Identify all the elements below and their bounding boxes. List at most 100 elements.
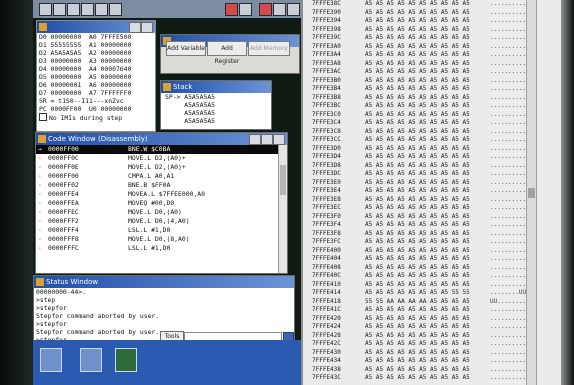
memory-bytes: A5 A5 A5 A5 A5 A5 A5 A5 A5 A5 [365, 246, 470, 254]
memory-bytes: A5 A5 A5 A5 A5 A5 A5 A5 A5 A5 [365, 221, 470, 228]
memory-row: 7FFFE410 A5 A5 A5 A5 A5 A5 A5 A5 A5 A5...… [303, 281, 561, 290]
memory-bytes: A5 A5 A5 A5 A5 A5 A5 A5 A5 A5 [365, 127, 470, 135]
register-list: D0 00000000 A0 7FFFE500 D1 55555555 A1 00… [37, 33, 155, 113]
current-pc-arrow-icon: → [38, 145, 42, 153]
checkbox-box[interactable] [39, 113, 47, 121]
disassembly-row[interactable]: · 0000FFF8 MOVE.L D0,(8,A0) [36, 235, 287, 244]
status-title: Status Window [46, 278, 99, 286]
disassembly-row[interactable]: · 0000FFFC LSL.L #1,D0 [36, 244, 287, 253]
minimize-button[interactable] [129, 22, 141, 33]
add-variable-button[interactable]: Add Variable [166, 41, 206, 56]
stack-title: Stack [173, 83, 193, 91]
maximize-button[interactable] [261, 134, 273, 145]
memory-row: 7FFFE3D8 A5 A5 A5 A5 A5 A5 A5 A5 A5 A5...… [303, 162, 561, 171]
disassembly-row[interactable]: · 0000FF0E MOVE.L D2,(A0)+ [36, 163, 287, 172]
memory-ascii: .......... [490, 110, 527, 118]
memory-ascii: .......... [490, 34, 527, 41]
memory-row: 7FFFE394 A5 A5 A5 A5 A5 A5 A5 A5 A5 A5...… [303, 17, 561, 26]
window-icon [39, 23, 47, 31]
breakpoint-dot-icon[interactable]: · [38, 235, 42, 244]
minimize-button[interactable] [249, 134, 261, 145]
close-button[interactable] [141, 22, 153, 33]
disassembly-row[interactable]: · 0000FF0C MOVE.L D2,(A0)+ [36, 154, 287, 163]
breakpoint-dot-icon[interactable]: · [38, 226, 42, 235]
breakpoint-dot-icon[interactable]: · [38, 154, 42, 163]
toolbar-button[interactable] [287, 3, 300, 16]
disassembly-row[interactable]: · 0000FFE4 MOVEA.L $7FFEE000,A0 [36, 190, 287, 199]
memory-address: 7FFFE3C4 [312, 119, 341, 126]
disassembly-row[interactable]: · 0000FF02 BNE.B $FF0A [36, 181, 287, 190]
memory-row: 7FFFE3F4 A5 A5 A5 A5 A5 A5 A5 A5 A5 A5...… [303, 221, 561, 230]
memory-row: 7FFFE3E8 A5 A5 A5 A5 A5 A5 A5 A5 A5 A5...… [303, 196, 561, 205]
toolbar-button[interactable] [67, 3, 80, 16]
memory-address: 7FFFE3F8 [312, 229, 341, 237]
breakpoint-dot-icon[interactable]: · [38, 163, 42, 172]
memory-row: 7FFFE3D4 A5 A5 A5 A5 A5 A5 A5 A5 A5 A5...… [303, 153, 561, 162]
add-memory-button[interactable]: Add Memory [248, 41, 290, 56]
instruction-address: 0000FF02 [48, 181, 79, 189]
memory-scrollbar[interactable] [526, 0, 537, 385]
memory-ascii: .......... [490, 102, 527, 109]
memory-bytes: A5 A5 A5 A5 A5 A5 A5 A5 A5 A5 [365, 170, 470, 177]
memory-ascii: .......... [490, 314, 527, 322]
disassembly-row[interactable]: · 0000FFF2 MOVE.L D0,(4,A0) [36, 217, 287, 226]
toolbar-button[interactable] [95, 3, 108, 16]
memory-ascii: .......... [490, 51, 527, 58]
memory-address: 7FFFE3AC [312, 68, 341, 75]
scrollbar-thumb[interactable] [528, 188, 535, 198]
disassembly-row[interactable]: · 0000FFEC MOVE.L D0,(A0) [36, 208, 287, 217]
memory-address: 7FFFE42C [312, 340, 341, 347]
toolbar-button[interactable] [239, 3, 252, 16]
disassembly-row[interactable]: · 0000FF00 CMPA.L A0,A1 [36, 172, 287, 181]
memory-address: 7FFFE3A8 [312, 59, 341, 67]
memory-address: 7FFFE3BC [312, 102, 341, 109]
stop-icon[interactable] [225, 3, 238, 16]
register-line: D5 00000000 A5 00000000 [39, 73, 132, 81]
breakpoint-dot-icon[interactable]: · [38, 199, 42, 208]
desktop-icon[interactable] [40, 348, 62, 372]
register-line: D4 00000000 A4 00007640 [39, 65, 132, 73]
breakpoint-dot-icon[interactable]: · [38, 244, 42, 253]
scrollbar-thumb[interactable] [280, 165, 286, 195]
stack-line: A5A5A5A5 [165, 117, 216, 125]
memory-bytes: A5 A5 A5 A5 A5 A5 A5 A5 A5 A5 [365, 280, 470, 288]
add-register-button[interactable]: Add Register [207, 41, 247, 65]
memory-bytes: A5 A5 A5 A5 A5 A5 A5 A5 A5 A5 [365, 161, 470, 169]
memory-row: 7FFFE408 A5 A5 A5 A5 A5 A5 A5 A5 A5 A5...… [303, 264, 561, 273]
memory-bytes: A5 A5 A5 A5 A5 A5 A5 A5 A5 A5 [365, 119, 470, 126]
disassembly-row[interactable]: · 0000FFF4 LSL.L #1,D0 [36, 226, 287, 235]
breakpoint-dot-icon[interactable]: · [38, 172, 42, 181]
disassembly-row[interactable]: · 0000FFEA MOVEQ #00,D0 [36, 199, 287, 208]
memory-ascii: .......... [490, 170, 527, 177]
memory-address: 7FFFE39C [312, 34, 341, 41]
close-button[interactable] [273, 134, 285, 145]
toolbar-button[interactable] [53, 3, 66, 16]
memory-address: 7FFFE3E8 [312, 195, 341, 203]
memory-bytes: A5 A5 A5 A5 A5 A5 A5 A5 A5 A5 [365, 340, 470, 347]
memory-row: 7FFFE38C A5 A5 A5 A5 A5 A5 A5 A5 A5 A5...… [303, 0, 561, 9]
no-imis-checkbox[interactable]: No IMIs during step [39, 113, 122, 122]
memory-bytes: A5 A5 A5 A5 A5 A5 A5 A5 A5 A5 [365, 34, 470, 41]
breakpoint-dot-icon[interactable]: · [38, 181, 42, 190]
disassembly-row[interactable]: → 0000FF00 BNE.W $C0BA [36, 145, 287, 154]
memory-address: 7FFFE40C [312, 272, 341, 279]
memory-row: 7FFFE3B0 A5 A5 A5 A5 A5 A5 A5 A5 A5 A5...… [303, 77, 561, 86]
excel-icon[interactable] [115, 348, 137, 372]
memory-window: 7FFFE38C A5 A5 A5 A5 A5 A5 A5 A5 A5 A5...… [301, 0, 561, 385]
breakpoint-dot-icon[interactable]: · [38, 217, 42, 226]
toolbar-button[interactable] [39, 3, 52, 16]
memory-bytes: A5 A5 A5 A5 A5 A5 A5 A5 A5 A5 [365, 212, 470, 220]
toolbar-button[interactable] [109, 3, 122, 16]
memory-address: 7FFFE3FC [312, 238, 341, 245]
memory-row: 7FFFE3C0 A5 A5 A5 A5 A5 A5 A5 A5 A5 A5...… [303, 111, 561, 120]
toolbar-button[interactable] [81, 3, 94, 16]
disassembly-scrollbar[interactable] [278, 145, 287, 273]
breakpoint-dot-icon[interactable]: · [38, 190, 42, 199]
desktop-icon[interactable] [80, 348, 102, 372]
memory-bytes: A5 A5 A5 A5 A5 A5 A5 A5 A5 A5 [365, 59, 470, 67]
memory-row: 7FFFE42C A5 A5 A5 A5 A5 A5 A5 A5 A5 A5...… [303, 340, 561, 349]
run-icon[interactable] [259, 3, 272, 16]
toolbar-button[interactable] [273, 3, 286, 16]
memory-ascii: .......... [490, 68, 527, 75]
breakpoint-dot-icon[interactable]: · [38, 208, 42, 217]
